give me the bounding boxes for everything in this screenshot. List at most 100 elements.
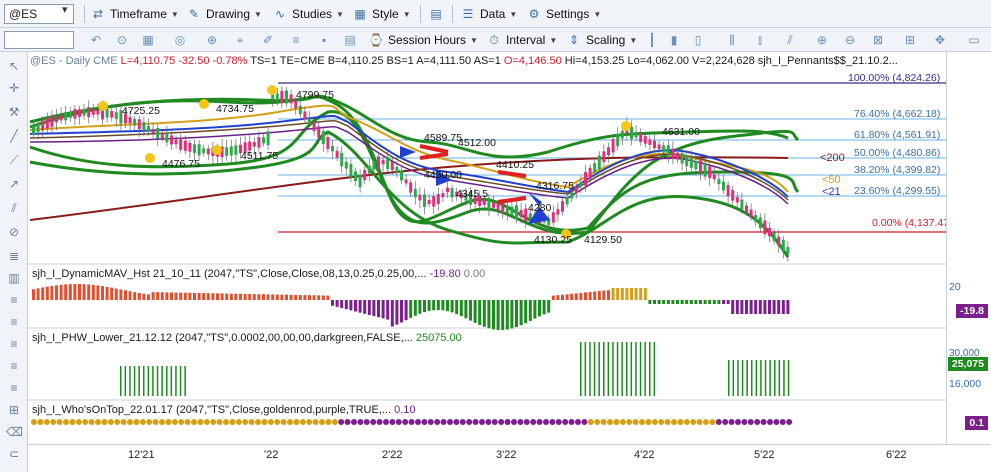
price-annotation: 4734.75 [216,103,254,115]
bar-chart-icon[interactable]: ┃ [644,32,660,48]
woot-dot [703,419,709,425]
candle [96,109,100,115]
phw-bar [143,366,145,396]
candle [137,119,141,130]
dmav-bar [243,293,247,300]
crosshair-icon[interactable]: ✛ [6,80,22,96]
fib-label: 100.00% (4,824.26) [848,72,941,84]
candle [740,199,744,210]
dmav-bar [584,292,587,300]
pointer-icon[interactable]: ↖ [6,58,22,74]
list-icon[interactable]: ≡ [6,358,22,374]
candle [73,109,77,119]
magnet-icon[interactable]: ⊂ [6,446,22,462]
phw-bar [755,360,758,396]
trendline-icon[interactable]: ╱ [6,128,22,144]
undo-icon[interactable]: ↶ [88,32,104,48]
pen-icon[interactable]: ✐ [260,32,276,48]
woot-dot [696,419,703,425]
grid-icon[interactable]: ⊞ [6,402,22,418]
candle [712,174,716,180]
dmav-bar [64,284,68,300]
cursor-icon[interactable]: ⌖ [232,32,248,48]
studies-button[interactable]: ∿ Studies ▼ [272,6,344,22]
style-button[interactable]: ▦ Style ▼ [352,6,410,22]
time-axis[interactable]: 12'21 '22 2'22 3'22 4'22 5'22 6'22 [28,444,991,472]
layout-button[interactable]: ▤ [428,6,444,22]
woot-dot [562,419,569,425]
panel-icon[interactable]: ▭ [966,32,982,48]
table-icon[interactable]: ▤ [342,32,358,48]
grid-icon[interactable]: ▦ [140,32,156,48]
square-icon[interactable]: ▪ [316,32,332,48]
dmav-bar [298,295,302,300]
candle [105,109,109,118]
pointer-icon[interactable]: ⊙ [114,32,130,48]
bid-value: B=4,110.25 [327,55,384,67]
chart-area[interactable]: @ES - Daily CME L=4,110.75 -32.50 -0.78%… [28,52,953,444]
data-button[interactable]: ☰ Data ▼ [460,6,518,22]
dmav-bar [377,300,380,318]
chevron-down-icon[interactable]: ▾ [62,3,68,16]
fit-icon[interactable]: ⊠ [870,32,886,48]
dmav-bar [689,300,693,304]
candle-icon[interactable]: ▮ [666,32,682,48]
list-icon[interactable]: ≡ [6,314,22,330]
dmav-value2: 0.00 [463,268,486,280]
fib-icon[interactable]: ≣ [6,248,22,264]
list-icon[interactable]: ≡ [6,292,22,308]
list-icon[interactable]: ≡ [6,336,22,352]
candle [423,194,426,207]
dmav-bar [105,286,109,300]
candles-icon[interactable]: ⫾ [752,32,768,48]
candles-icon[interactable]: ⫽ [782,32,798,48]
woot-header: sjh_I_Who'sOnTop_22.01.17 (2047,"TS",Clo… [32,404,416,416]
wrench-icon[interactable]: ⚒ [6,104,22,120]
woot-dot [197,419,204,425]
blank-input[interactable] [4,31,74,49]
phw-bar [607,342,610,396]
target-icon[interactable]: ⊕ [204,32,220,48]
woot-dot [210,419,217,425]
channel-icon[interactable]: ⫽ [6,200,22,216]
eraser-icon[interactable]: ⌫ [6,424,23,440]
scaling-button[interactable]: ⇕ Scaling ▼ [566,32,637,48]
lines-icon[interactable]: ≡ [288,32,304,48]
bars-icon[interactable]: ▥ [6,270,22,286]
symbol-label: @ES - Daily [30,55,91,67]
interval-button[interactable]: ⏱ Interval ▼ [486,32,557,48]
trendline-icon[interactable]: ⟋ [6,152,22,168]
candles-icon[interactable]: ⫼ [724,32,740,48]
dmav-bar [193,292,196,300]
chart-canvas[interactable] [28,52,946,444]
drawing-button[interactable]: ✎ Drawing ▼ [186,6,262,22]
mouse-icon[interactable]: ◎ [172,32,188,48]
candle [482,199,486,205]
zoom-out-icon[interactable]: ⊖ [842,32,858,48]
session-hours-button[interactable]: ⌚ Session Hours ▼ [368,32,478,48]
woot-dot [389,419,396,425]
list-icon[interactable]: ≡ [6,380,22,396]
add-chart-icon[interactable]: ⊞ [902,32,918,48]
candle-icon[interactable]: ▯ [690,32,706,48]
timeframe-button[interactable]: ⇄ Timeframe ▼ [90,6,179,22]
ray-icon[interactable]: ↗ [6,176,22,192]
zoom-in-icon[interactable]: ⊕ [814,32,830,48]
candle [41,120,45,131]
price-change: -32.50 [178,55,210,67]
woot-dot [43,419,50,425]
dmav-bar [73,284,77,300]
dmav-bar [234,293,238,300]
price-axis[interactable]: 20 -19.8 30,000 25,075 16,000 0.1 [946,52,991,444]
measure-icon[interactable]: ⊘ [6,224,22,240]
high-value: Hi=4,153.25 [564,55,625,67]
move-icon[interactable]: ✥ [932,32,948,48]
dmav-bar [114,288,118,300]
settings-button[interactable]: ⚙ Settings ▼ [526,6,602,22]
dmav-bar [611,288,615,300]
dmav-bar [349,300,353,311]
candle [91,109,95,115]
candle [188,142,192,152]
woot-dot [741,419,748,425]
woot-dot [466,419,473,425]
